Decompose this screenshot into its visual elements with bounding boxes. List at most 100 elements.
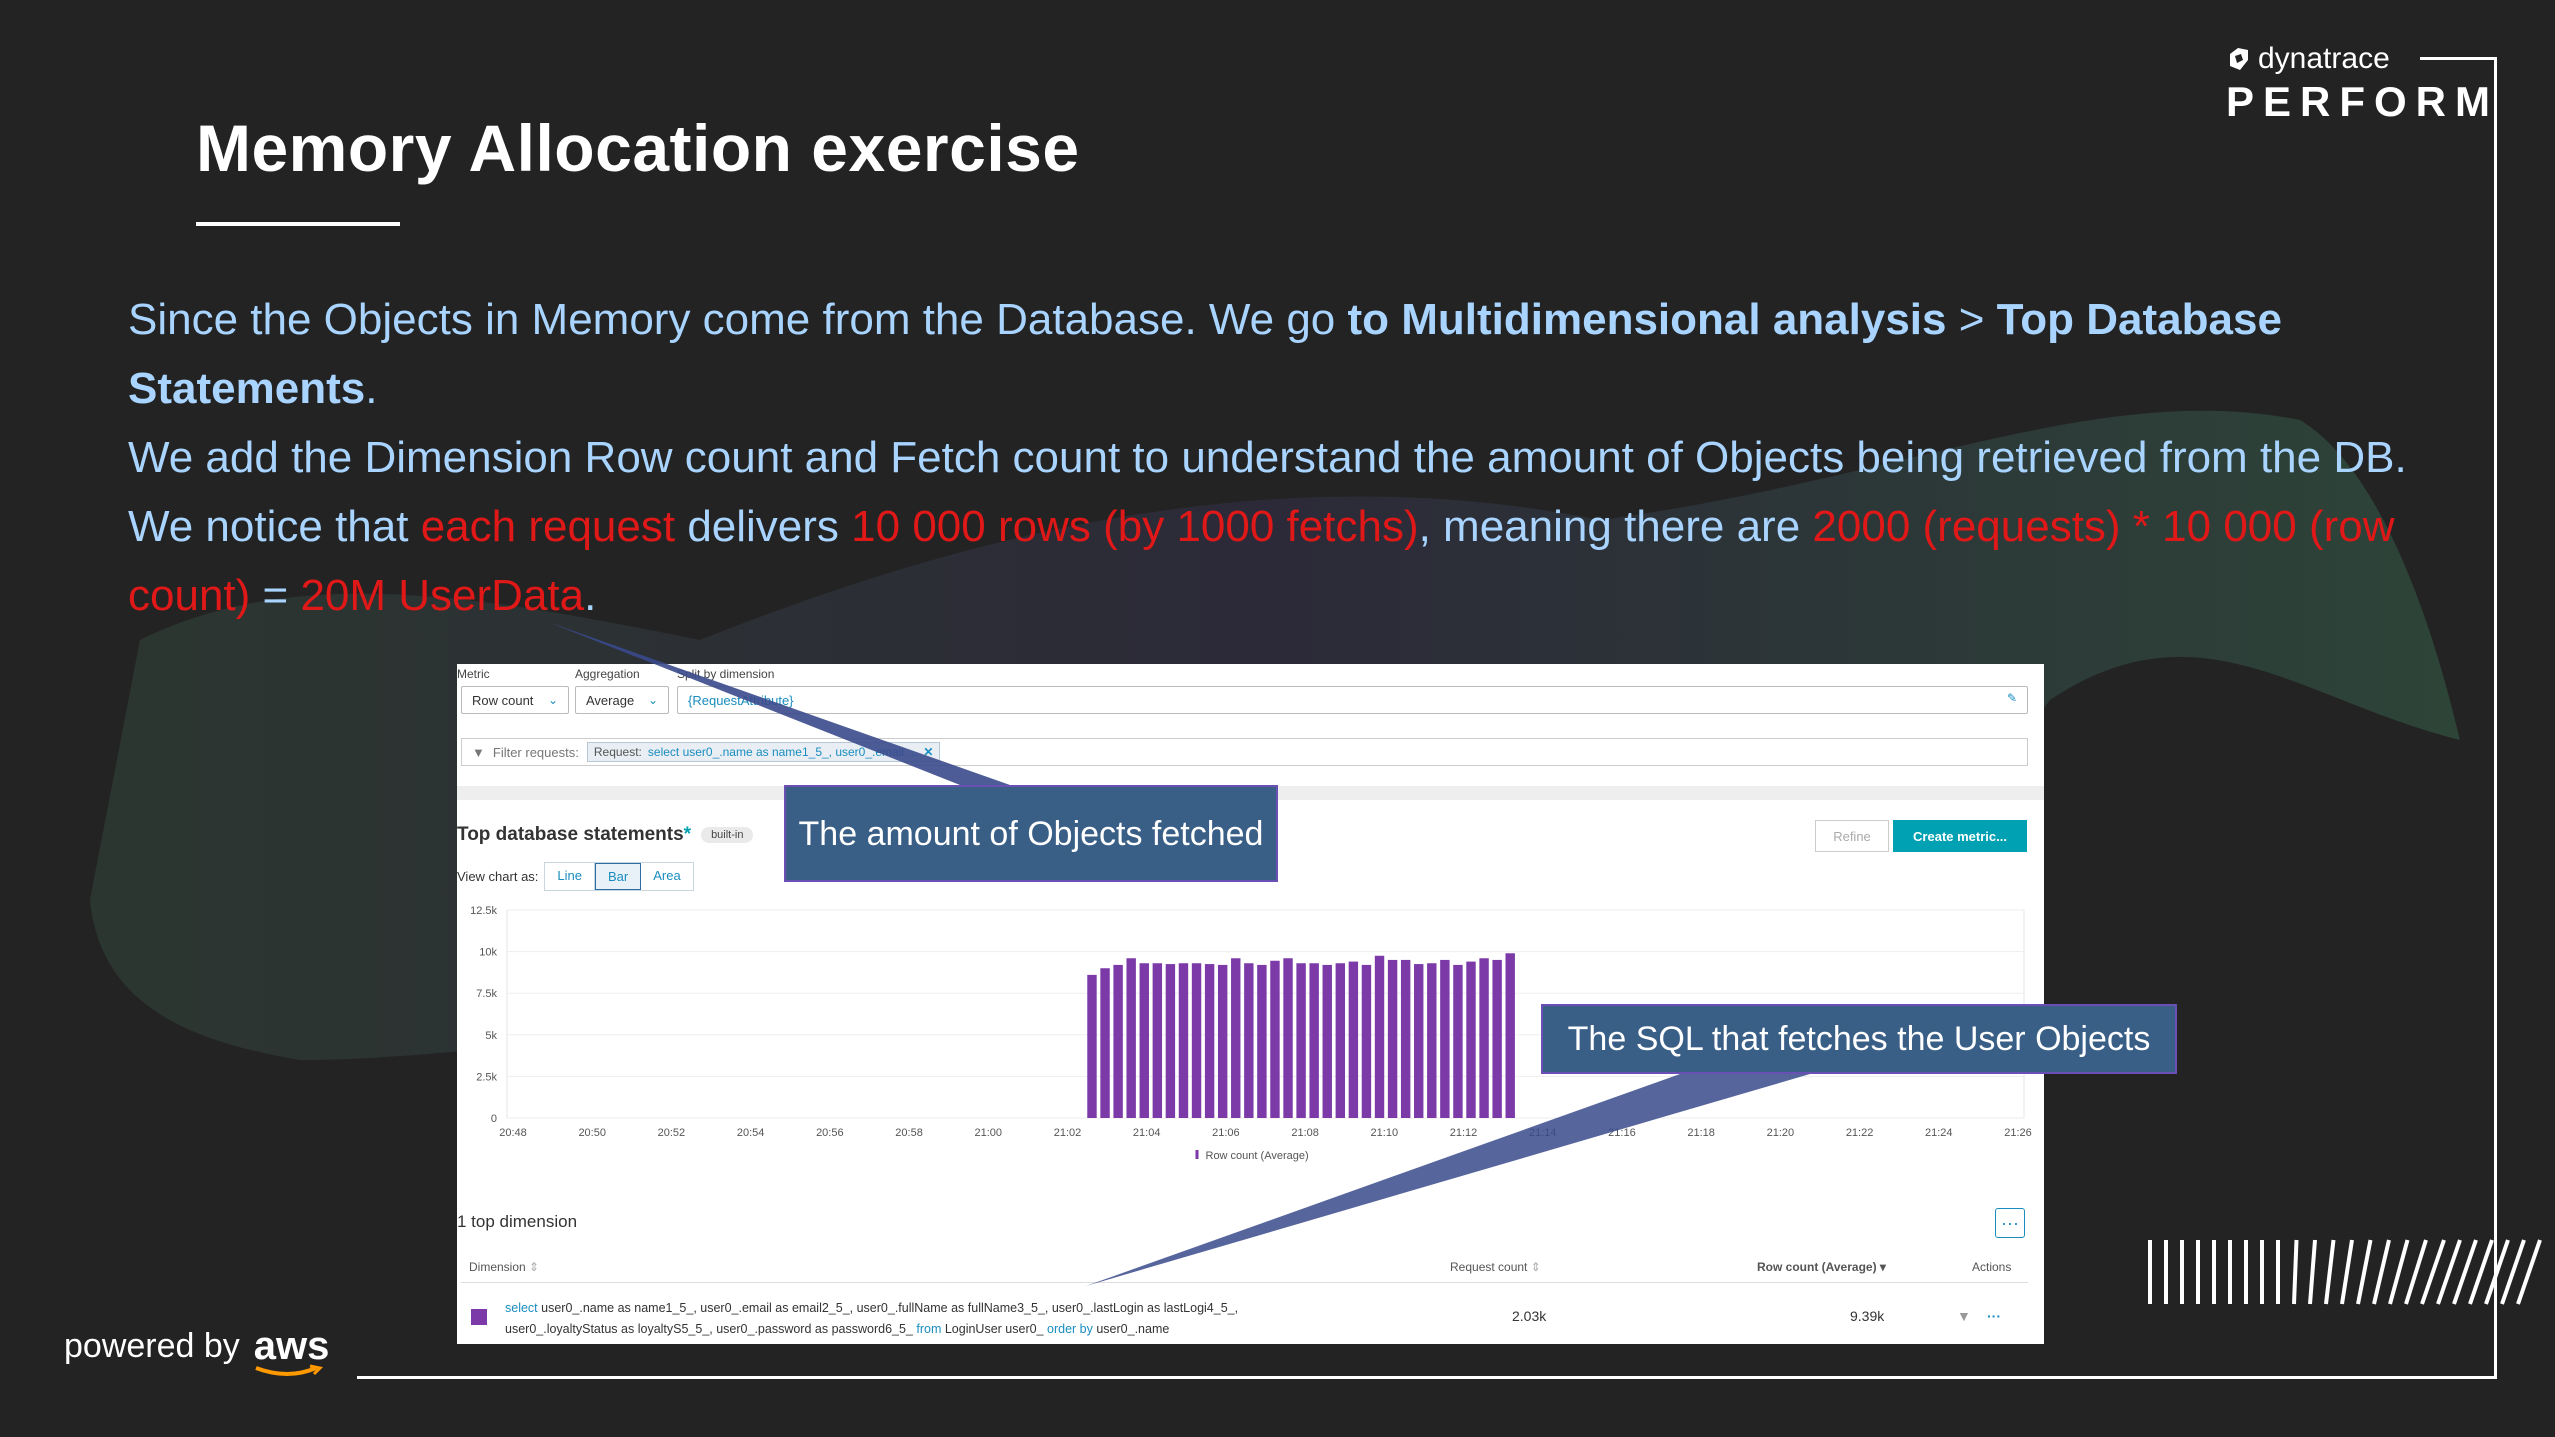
powered-by-aws: powered by aws xyxy=(64,1324,330,1376)
frame-bottom-line xyxy=(357,1376,2497,1379)
metric-label: Metric xyxy=(457,667,490,681)
callout-sql: The SQL that fetches the User Objects xyxy=(1541,1004,2177,1074)
series-color-swatch xyxy=(471,1309,487,1325)
chevron-down-icon: ⌄ xyxy=(547,693,558,707)
sort-desc-icon: ▾ xyxy=(1879,1260,1886,1274)
x-tick-label: 21:14 xyxy=(1529,1127,1557,1139)
x-tick-label: 21:16 xyxy=(1608,1127,1636,1139)
y-tick-label: 5k xyxy=(485,1030,497,1042)
x-tick-label: 21:08 xyxy=(1291,1127,1319,1139)
chart-bar xyxy=(1427,963,1437,1118)
y-tick-label: 0 xyxy=(491,1113,497,1125)
chart-type-toggle: Line Bar Area xyxy=(544,862,694,891)
y-tick-label: 10k xyxy=(479,947,497,959)
x-tick-label: 20:52 xyxy=(658,1127,686,1139)
body-text-2: > xyxy=(1946,295,1997,344)
chart-bar xyxy=(1466,961,1476,1118)
legend-swatch xyxy=(1195,1150,1199,1159)
decorative-slashes xyxy=(2148,1239,2542,1305)
sql-text-4: user0_.name xyxy=(1096,1322,1170,1336)
body-text-3: . xyxy=(365,364,378,413)
chart-bar xyxy=(1505,953,1515,1118)
card-title-text: Top database statements xyxy=(457,824,684,845)
slide-title: Memory Allocation exercise xyxy=(196,111,1080,185)
cell-request-count: 2.03k xyxy=(1512,1308,1547,1324)
chart-bar xyxy=(1283,958,1293,1118)
chart-bar xyxy=(1440,959,1450,1118)
built-in-badge: built-in xyxy=(701,827,754,843)
view-chart-as: View chart as: Line Bar Area xyxy=(457,862,694,891)
chart-bar xyxy=(1165,964,1176,1118)
chart-bar xyxy=(1257,964,1267,1118)
body-emph-1: to Multidimensional analysis xyxy=(1347,295,1947,344)
x-tick-label: 20:50 xyxy=(578,1127,606,1139)
column-header-row-count-label: Row count (Average) xyxy=(1757,1260,1877,1274)
dynatrace-perform-logo: dynatrace PERFORM xyxy=(2226,42,2499,126)
column-header-request-count[interactable]: Request count ⇕ xyxy=(1450,1260,1541,1274)
table-row-dimension[interactable]: select user0_.name as name1_5_, user0_.e… xyxy=(505,1298,1305,1340)
filter-requests-bar[interactable]: ▼ Filter requests: Request: select user0… xyxy=(461,738,2028,766)
sql-text-1: user0_.name as name1_5_, user0_.email as… xyxy=(541,1301,1239,1315)
table-header-divider xyxy=(461,1282,2028,1283)
x-tick-label: 21:12 xyxy=(1450,1127,1478,1139)
x-tick-label: 21:22 xyxy=(1846,1127,1874,1139)
filter-chip[interactable]: Request: select user0_.name as name1_5_,… xyxy=(586,742,941,762)
chart-bar xyxy=(1126,958,1136,1118)
x-tick-label: 21:04 xyxy=(1133,1127,1161,1139)
body-red-4: 20M UserData xyxy=(300,571,585,620)
chart-bar xyxy=(1139,963,1149,1118)
x-tick-label: 21:02 xyxy=(1054,1127,1082,1139)
split-dimension-input[interactable]: {RequestAttribute} ✎ xyxy=(677,686,2028,714)
chart-type-bar[interactable]: Bar xyxy=(595,863,642,890)
more-options-button[interactable]: ··· xyxy=(1995,1208,2025,1238)
x-tick-label: 20:48 xyxy=(499,1127,527,1139)
row-more-icon[interactable]: ··· xyxy=(1987,1308,2001,1324)
chart-bar xyxy=(1191,963,1202,1118)
chart-type-line[interactable]: Line xyxy=(545,863,595,890)
chart-bar xyxy=(1492,959,1502,1118)
split-label: Split by dimension xyxy=(677,667,775,681)
close-icon[interactable]: ✕ xyxy=(923,745,933,759)
body-red-1: each request xyxy=(420,502,676,551)
y-tick-label: 2.5k xyxy=(476,1071,497,1083)
filter-icon: ▼ xyxy=(472,744,485,760)
column-header-row-count[interactable]: Row count (Average) ▾ xyxy=(1757,1260,1886,1274)
sort-icon: ⇕ xyxy=(1530,1260,1541,1274)
card-title-star: * xyxy=(683,824,692,845)
x-tick-label: 21:00 xyxy=(974,1127,1002,1139)
aws-logo-text: aws xyxy=(253,1324,330,1368)
metric-select[interactable]: Row count ⌄ xyxy=(461,686,569,714)
aggregation-select[interactable]: Average ⌄ xyxy=(575,686,669,714)
chart-bar xyxy=(1100,968,1110,1118)
sort-icon: ⇕ xyxy=(529,1260,540,1274)
section-title: 1 top dimension xyxy=(457,1212,578,1231)
column-header-actions: Actions xyxy=(1972,1260,2012,1274)
chart-bar xyxy=(1152,963,1163,1118)
frame-right-line xyxy=(2494,57,2497,1379)
filter-action-icon[interactable]: ▼ xyxy=(1957,1308,1971,1324)
create-metric-button[interactable]: Create metric... xyxy=(1893,820,2027,852)
body-red-2: 10 000 rows (by 1000 fetchs) xyxy=(851,502,1419,551)
x-tick-label: 20:58 xyxy=(895,1127,923,1139)
pencil-icon[interactable]: ✎ xyxy=(2007,691,2017,705)
dynatrace-icon xyxy=(2230,48,2248,70)
body-text-1: Since the Objects in Memory come from th… xyxy=(128,295,1348,344)
column-header-request-count-label: Request count xyxy=(1450,1260,1528,1274)
x-tick-label: 21:18 xyxy=(1687,1127,1715,1139)
chart-bar xyxy=(1335,963,1346,1118)
refine-button[interactable]: Refine xyxy=(1815,820,1889,852)
sql-text-3: LoginUser user0_ xyxy=(944,1322,1044,1336)
chart-bar xyxy=(1296,963,1306,1118)
x-tick-label: 21:06 xyxy=(1212,1127,1240,1139)
chart-bar xyxy=(1400,959,1411,1118)
chart-bar xyxy=(1204,964,1215,1118)
chart-bar xyxy=(1348,961,1359,1118)
body-text-7: = xyxy=(250,571,301,620)
chart-type-area[interactable]: Area xyxy=(641,863,692,890)
x-tick-label: 21:10 xyxy=(1371,1127,1399,1139)
chart-bar xyxy=(1244,963,1254,1118)
chart-bar xyxy=(1309,963,1319,1118)
column-header-dimension[interactable]: Dimension ⇕ xyxy=(469,1260,539,1274)
powered-by-label: powered by xyxy=(64,1327,240,1365)
chart-bar xyxy=(1361,964,1372,1118)
